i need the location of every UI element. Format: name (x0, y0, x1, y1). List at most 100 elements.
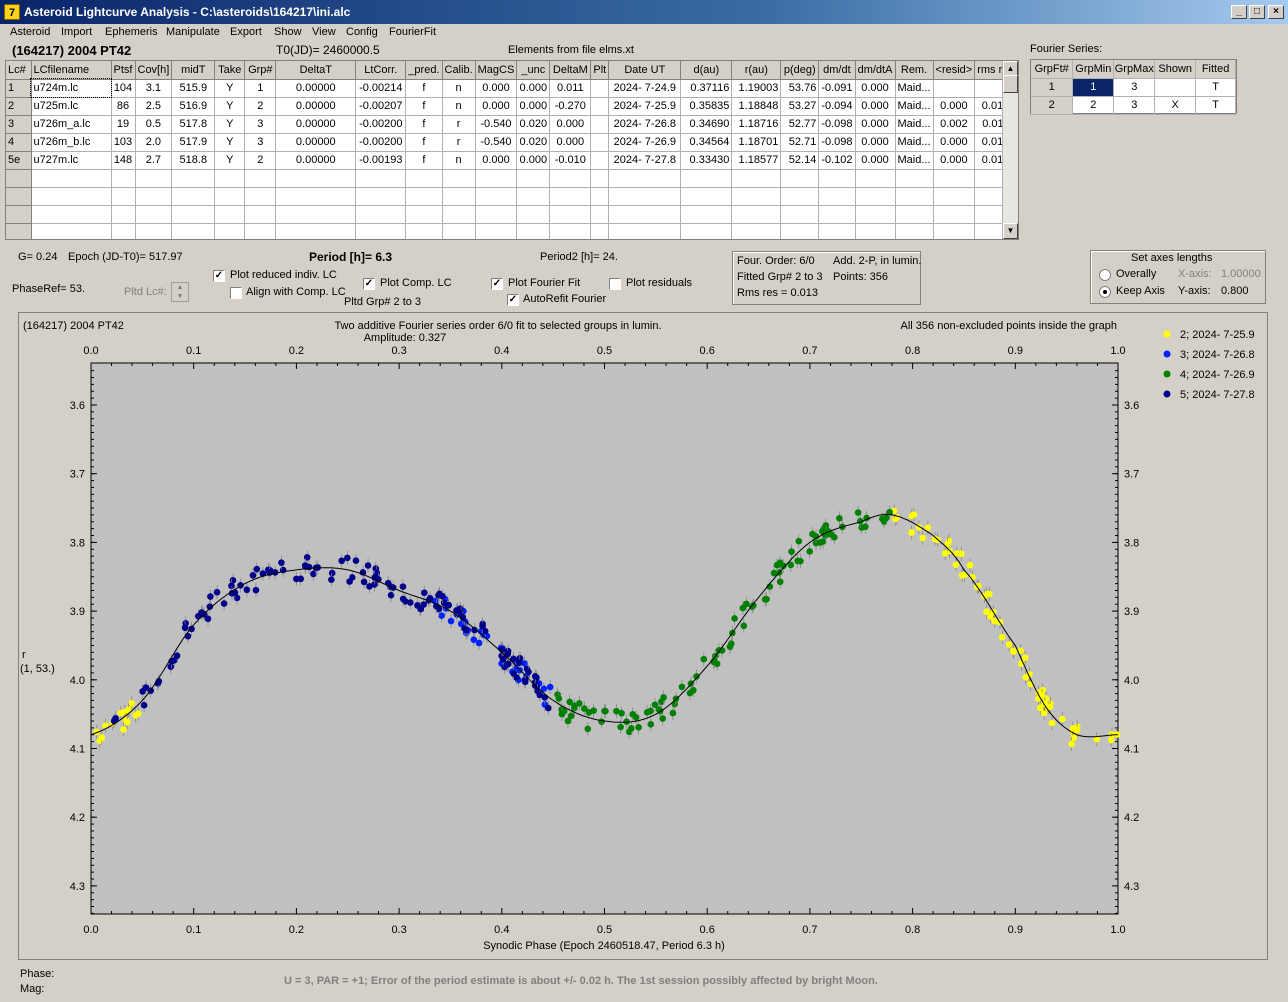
data-point (366, 583, 373, 590)
x-tick-label: 1.0 (1110, 924, 1125, 936)
y-tick-label: 4.0 (70, 675, 85, 687)
data-point (229, 576, 237, 584)
legend-label: 2; 2024- 7-25.9 (1180, 329, 1255, 341)
y-tick-label-right: 3.9 (1124, 606, 1139, 618)
data-point (399, 583, 407, 590)
x-tick-label-top: 0.3 (391, 345, 406, 357)
data-point (629, 710, 636, 718)
data-point (908, 529, 915, 536)
x-tick-label-top: 0.7 (802, 345, 817, 357)
data-point (249, 572, 257, 579)
data-point (479, 622, 486, 630)
data-point (882, 514, 890, 522)
data-point (763, 595, 770, 603)
y-tick-label-right: 4.3 (1124, 881, 1139, 893)
data-point (952, 561, 960, 568)
data-point (134, 710, 142, 717)
data-point (445, 601, 453, 609)
x-tick-label-top: 0.1 (186, 345, 201, 357)
data-point (700, 655, 708, 663)
data-point (555, 695, 563, 702)
data-point (601, 707, 608, 715)
data-point (1042, 695, 1050, 702)
data-point (999, 633, 1006, 641)
x-tick-label: 0.4 (494, 924, 509, 936)
data-point (1005, 641, 1013, 648)
x-tick-label: 0.2 (289, 924, 304, 936)
data-point (421, 589, 428, 597)
data-point (438, 612, 445, 619)
data-point (301, 562, 309, 569)
data-point (220, 600, 228, 607)
data-point (958, 550, 965, 558)
data-point (584, 725, 592, 733)
data-point (346, 578, 353, 585)
data-point (806, 548, 813, 555)
data-point (816, 539, 824, 546)
data-point (181, 624, 189, 632)
data-point (544, 704, 552, 712)
data-point (278, 559, 285, 566)
data-point (919, 534, 927, 542)
data-point (983, 608, 990, 616)
data-point (399, 595, 407, 603)
data-point (328, 569, 336, 577)
plot-note: All 356 non-excluded points inside the g… (901, 320, 1117, 332)
y-tick-label-right: 3.7 (1124, 469, 1139, 481)
data-point (531, 673, 539, 680)
data-point (1107, 736, 1115, 744)
data-point (910, 511, 918, 518)
data-point (836, 515, 843, 522)
data-point (338, 557, 346, 565)
data-point (364, 562, 372, 569)
mag-readout: Mag: (20, 983, 45, 995)
y-tick-label-right: 4.0 (1124, 675, 1139, 687)
data-point (1048, 719, 1056, 727)
data-point (536, 691, 544, 699)
data-point (352, 557, 360, 564)
data-point (112, 715, 120, 722)
data-point (776, 578, 784, 586)
y-axis-label-params: (1, 53.) (20, 663, 55, 675)
x-tick-label-top: 0.8 (905, 345, 920, 357)
data-point (521, 678, 529, 686)
data-point (124, 719, 131, 726)
legend-marker (1163, 390, 1171, 398)
data-point (558, 710, 566, 718)
legend-marker (1163, 370, 1171, 378)
lightcurve-chart[interactable]: (164217) 2004 PT42 Two additive Fourier … (0, 0, 1288, 1002)
data-point (740, 622, 748, 630)
data-point (617, 723, 624, 731)
data-point (651, 701, 659, 709)
x-tick-label: 0.3 (391, 924, 406, 936)
data-point (173, 652, 181, 660)
data-point (328, 576, 335, 583)
x-tick-label: 0.7 (802, 924, 817, 936)
status-message: U = 3, PAR = +1; Error of the period est… (284, 975, 878, 987)
data-point (125, 706, 132, 714)
data-point (1010, 648, 1017, 655)
data-point (505, 660, 512, 668)
data-point (726, 643, 734, 651)
data-point (252, 586, 260, 594)
data-point (743, 600, 750, 608)
data-point (628, 725, 635, 732)
data-point (1021, 654, 1029, 662)
legend-label: 5; 2024- 7-27.8 (1180, 389, 1255, 401)
data-point (794, 557, 801, 565)
plot-area (90, 362, 1119, 915)
x-tick-label: 0.6 (700, 924, 715, 936)
data-point (243, 586, 251, 594)
x-tick-label-top: 0.9 (1008, 345, 1023, 357)
data-point (504, 650, 511, 658)
x-tick-label-top: 0.2 (289, 345, 304, 357)
data-point (643, 709, 651, 716)
x-tick-label-top: 0.5 (597, 345, 612, 357)
y-tick-label: 3.6 (70, 400, 85, 412)
x-tick-label: 0.9 (1008, 924, 1023, 936)
x-tick-label-top: 0.6 (700, 345, 715, 357)
data-point (213, 588, 221, 596)
data-point (731, 615, 738, 622)
data-point (98, 734, 106, 741)
data-point (498, 646, 506, 653)
